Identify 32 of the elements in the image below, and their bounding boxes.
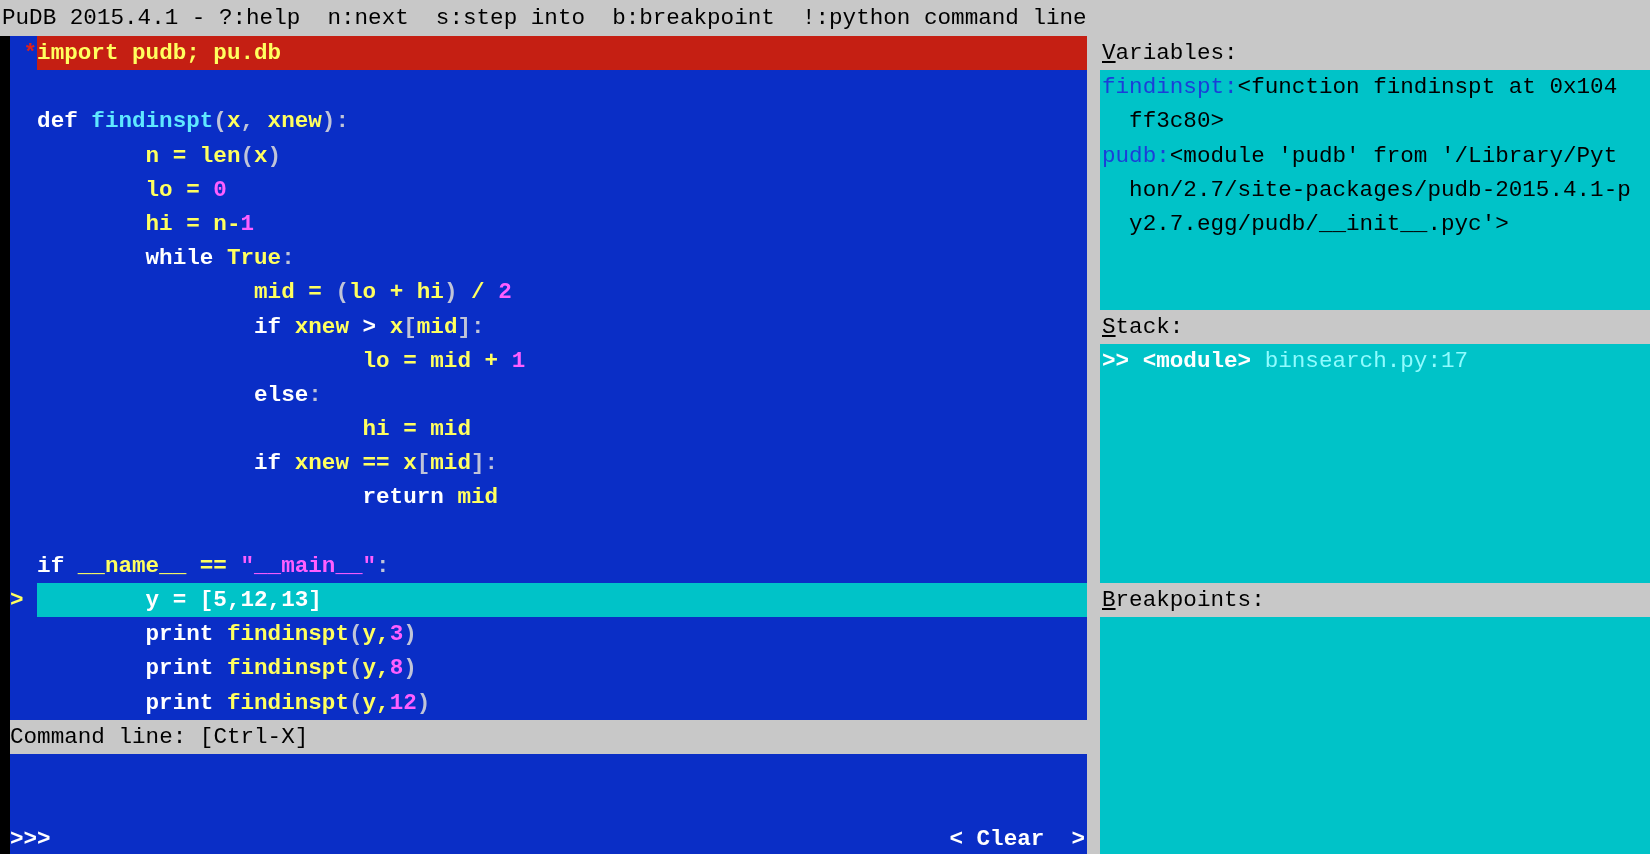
prompt: >>> xyxy=(10,824,51,854)
variable-name: pudb: xyxy=(1102,141,1170,171)
code-line: if xnew == x[mid]: xyxy=(253,449,500,479)
code-line: lo = 0 xyxy=(144,175,228,205)
breakpoints-header[interactable]: Breakpoints: xyxy=(1100,583,1650,618)
code-line: hi = mid xyxy=(361,415,472,445)
command-line-header: Command line: [Ctrl-X] xyxy=(10,719,1087,754)
variables-header[interactable]: Variables: xyxy=(1100,36,1650,71)
code-line: if __name__ == "__main__": xyxy=(37,551,391,581)
stack-header[interactable]: Stack: xyxy=(1100,309,1650,344)
code-line: print findinspt(y,3) xyxy=(144,620,418,650)
current-line-marker: > xyxy=(10,586,24,615)
variable-value: ff3c80> xyxy=(1129,107,1225,137)
variable-name: findinspt: xyxy=(1102,73,1238,103)
code-line: while True: xyxy=(144,244,296,274)
code-line: print findinspt(y,12) xyxy=(144,688,432,718)
variable-value: y2.7.egg/pudb/__init__.pyc'> xyxy=(1129,209,1509,239)
code-line: print findinspt(y,8) xyxy=(144,654,418,684)
code-line: else: xyxy=(253,380,323,410)
code-line: lo = mid + 1 xyxy=(361,346,527,376)
frame-marker: >> xyxy=(1102,346,1130,376)
code-line: if xnew > x[mid]: xyxy=(253,312,486,342)
code-line: n = len(x) xyxy=(144,141,283,171)
variable-value: hon/2.7/site-packages/pudb-2015.4.1-p xyxy=(1129,175,1631,205)
code-line: return mid xyxy=(361,483,500,513)
code-line: hi = n-1 xyxy=(144,209,256,239)
code-line: mid = (lo + hi) / 2 xyxy=(253,278,513,308)
variable-value: <function findinspt at 0x104 xyxy=(1237,73,1618,103)
variable-value: <module 'pudb' from '/Library/Pyt xyxy=(1169,141,1618,171)
title-bar: PuDB 2015.4.1 - ?:help n:next s:step into b:breakpoint !:python command line xyxy=(0,0,1650,36)
breakpoint-marker: * xyxy=(23,39,38,68)
code-line: def findinspt(x, xnew): xyxy=(37,107,350,137)
